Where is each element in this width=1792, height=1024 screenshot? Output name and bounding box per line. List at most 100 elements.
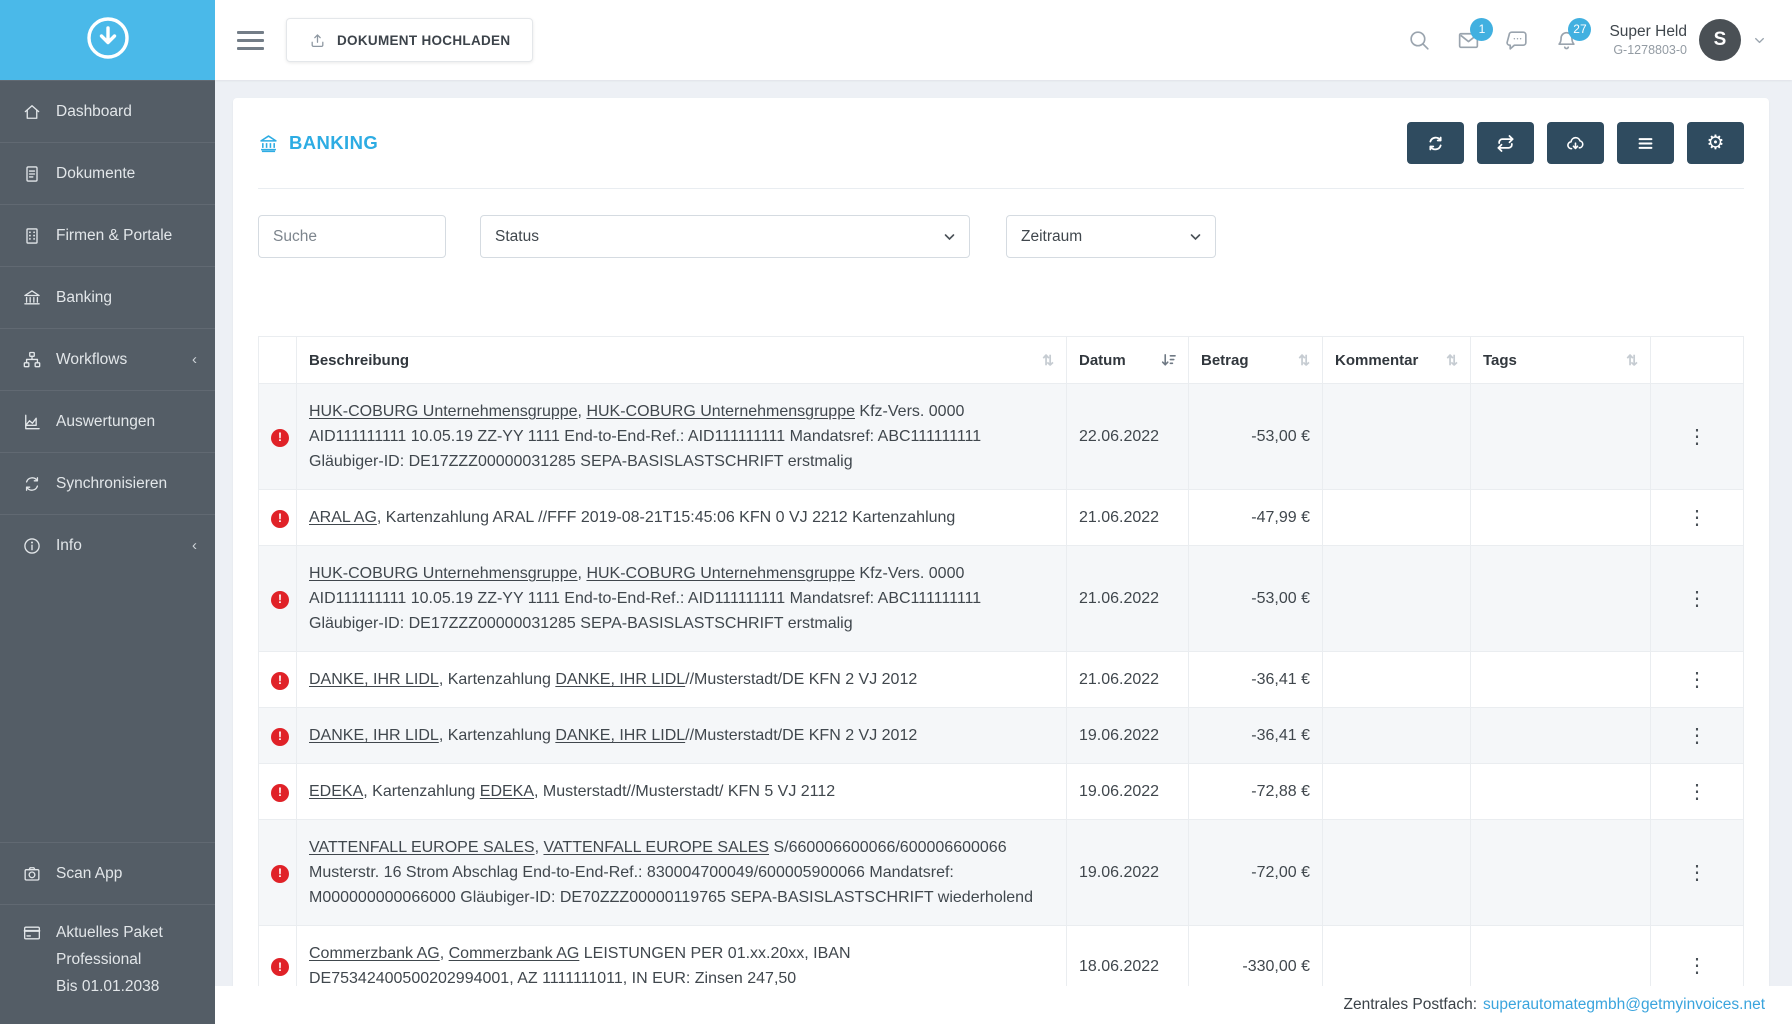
description-link[interactable]: ARAL AG [309, 509, 377, 526]
table-row: ! DANKE, IHR LIDL, Kartenzahlung DANKE, … [259, 708, 1744, 764]
user-id: G-1278803-0 [1609, 43, 1687, 57]
description-link[interactable]: HUK-COBURG Unternehmensgruppe [586, 565, 855, 582]
chart-icon [22, 412, 42, 432]
search-input[interactable] [258, 215, 446, 258]
sidebar-item-label: Dokumente [56, 165, 197, 183]
comment-cell [1323, 490, 1471, 546]
tags-cell [1471, 384, 1651, 490]
amount-cell: -36,41 € [1189, 652, 1323, 708]
description-link[interactable]: DANKE, IHR LIDL [555, 727, 685, 744]
app-logo[interactable] [0, 0, 215, 80]
zeitraum-select[interactable]: Zeitraum [1006, 215, 1216, 258]
row-menu-button[interactable]: ⋮ [1663, 725, 1731, 747]
sidebar-item-dashboard[interactable]: Dashboard [0, 80, 215, 142]
row-menu-button[interactable]: ⋮ [1663, 507, 1731, 529]
sidebar-item-scan-app[interactable]: Scan App [0, 842, 215, 904]
description-cell: DANKE, IHR LIDL, Kartenzahlung DANKE, IH… [297, 652, 1067, 708]
column-label: Datum [1079, 352, 1126, 369]
row-menu-button[interactable]: ⋮ [1663, 862, 1731, 884]
actions-cell: ⋮ [1651, 490, 1744, 546]
description-link[interactable]: HUK-COBURG Unternehmensgruppe [586, 403, 855, 420]
column-header-datum[interactable]: Datum [1067, 337, 1189, 384]
user-menu[interactable]: Super Held G-1278803-0 S [1609, 19, 1766, 61]
package-plan: Professional [56, 946, 197, 973]
description-link[interactable]: HUK-COBURG Unternehmensgruppe [309, 403, 578, 420]
download-button[interactable] [1547, 122, 1604, 164]
upload-document-button[interactable]: DOKUMENT HOCHLADEN [286, 18, 533, 62]
date-cell: 21.06.2022 [1067, 652, 1189, 708]
refresh-button[interactable] [1407, 122, 1464, 164]
amount-cell: -72,00 € [1189, 820, 1323, 926]
sidebar-item-label: Auswertungen [56, 413, 197, 431]
chat-icon [1505, 28, 1530, 53]
settings-button[interactable]: ⚙ [1687, 122, 1744, 164]
description-link[interactable]: DANKE, IHR LIDL [309, 671, 439, 688]
home-icon [22, 102, 42, 122]
column-label: Betrag [1201, 352, 1249, 369]
description-link[interactable]: Commerzbank AG [309, 945, 440, 962]
status-select[interactable]: Status [480, 215, 970, 258]
description-link[interactable]: EDEKA [309, 783, 363, 800]
row-menu-button[interactable]: ⋮ [1663, 669, 1731, 691]
description-cell: HUK-COBURG Unternehmensgruppe, HUK-COBUR… [297, 546, 1067, 652]
amount-cell: -36,41 € [1189, 708, 1323, 764]
sidebar-item-label: Info [56, 537, 178, 555]
column-header-beschreibung[interactable]: Beschreibung ⇅ [297, 337, 1067, 384]
sidebar-item-label: Synchronisieren [56, 475, 197, 493]
list-view-button[interactable] [1617, 122, 1674, 164]
date-cell: 22.06.2022 [1067, 384, 1189, 490]
date-cell: 21.06.2022 [1067, 490, 1189, 546]
notifications-button[interactable]: 27 [1554, 28, 1579, 53]
comment-cell [1323, 384, 1471, 490]
row-menu-button[interactable]: ⋮ [1663, 426, 1731, 448]
sidebar-item-auswertungen[interactable]: Auswertungen [0, 390, 215, 452]
actions-cell: ⋮ [1651, 546, 1744, 652]
page-title-label: BANKING [289, 132, 378, 154]
messages-button[interactable]: 1 [1456, 28, 1481, 53]
central-mailbox-link[interactable]: superautomategmbh@getmyinvoices.net [1483, 996, 1765, 1014]
row-menu-button[interactable]: ⋮ [1663, 588, 1731, 610]
description-link[interactable]: HUK-COBURG Unternehmensgruppe [309, 565, 578, 582]
camera-icon [22, 864, 42, 884]
description-link[interactable]: VATTENFALL EUROPE SALES [309, 839, 535, 856]
actions-cell: ⋮ [1651, 708, 1744, 764]
document-icon [22, 164, 42, 184]
column-header-kommentar[interactable]: Kommentar ⇅ [1323, 337, 1471, 384]
sidebar-item-firmen-portale[interactable]: Firmen & Portale [0, 204, 215, 266]
sidebar-item-info[interactable]: Info ‹ [0, 514, 215, 576]
sidebar-item-label: Scan App [56, 865, 197, 883]
chat-button[interactable] [1505, 28, 1530, 53]
description-link[interactable]: VATTENFALL EUROPE SALES [543, 839, 769, 856]
sidebar-item-banking[interactable]: Banking [0, 266, 215, 328]
column-label: Beschreibung [309, 352, 409, 369]
description-link[interactable]: DANKE, IHR LIDL [555, 671, 685, 688]
column-header-betrag[interactable]: Betrag ⇅ [1189, 337, 1323, 384]
sort-icon: ⇅ [1626, 352, 1638, 369]
transfer-button[interactable] [1477, 122, 1534, 164]
comment-cell [1323, 652, 1471, 708]
description-link[interactable]: EDEKA [480, 783, 534, 800]
table-row: ! DANKE, IHR LIDL, Kartenzahlung DANKE, … [259, 652, 1744, 708]
sidebar-item-synchronisieren[interactable]: Synchronisieren [0, 452, 215, 514]
comment-cell [1323, 764, 1471, 820]
sidebar-item-workflows[interactable]: Workflows ‹ [0, 328, 215, 390]
sidebar-item-label: Firmen & Portale [56, 227, 197, 245]
description-link[interactable]: Commerzbank AG [449, 945, 580, 962]
user-name: Super Held [1609, 23, 1687, 41]
bank-icon [258, 133, 279, 154]
menu-toggle-button[interactable] [237, 31, 264, 50]
status-cell: ! [259, 384, 297, 490]
column-header-tags[interactable]: Tags ⇅ [1471, 337, 1651, 384]
sort-icon: ⇅ [1298, 352, 1310, 369]
zeitraum-select-label: Zeitraum [1021, 228, 1082, 246]
table-row: ! EDEKA, Kartenzahlung EDEKA, Musterstad… [259, 764, 1744, 820]
status-cell: ! [259, 546, 297, 652]
search-button[interactable] [1407, 28, 1432, 53]
select-chevron-icon [1190, 233, 1201, 241]
sidebar: Dashboard Dokumente Firmen & Portale Ban… [0, 0, 215, 1024]
row-menu-button[interactable]: ⋮ [1663, 955, 1731, 977]
description-link[interactable]: DANKE, IHR LIDL [309, 727, 439, 744]
row-menu-button[interactable]: ⋮ [1663, 781, 1731, 803]
building-icon [22, 226, 42, 246]
sidebar-item-dokumente[interactable]: Dokumente [0, 142, 215, 204]
